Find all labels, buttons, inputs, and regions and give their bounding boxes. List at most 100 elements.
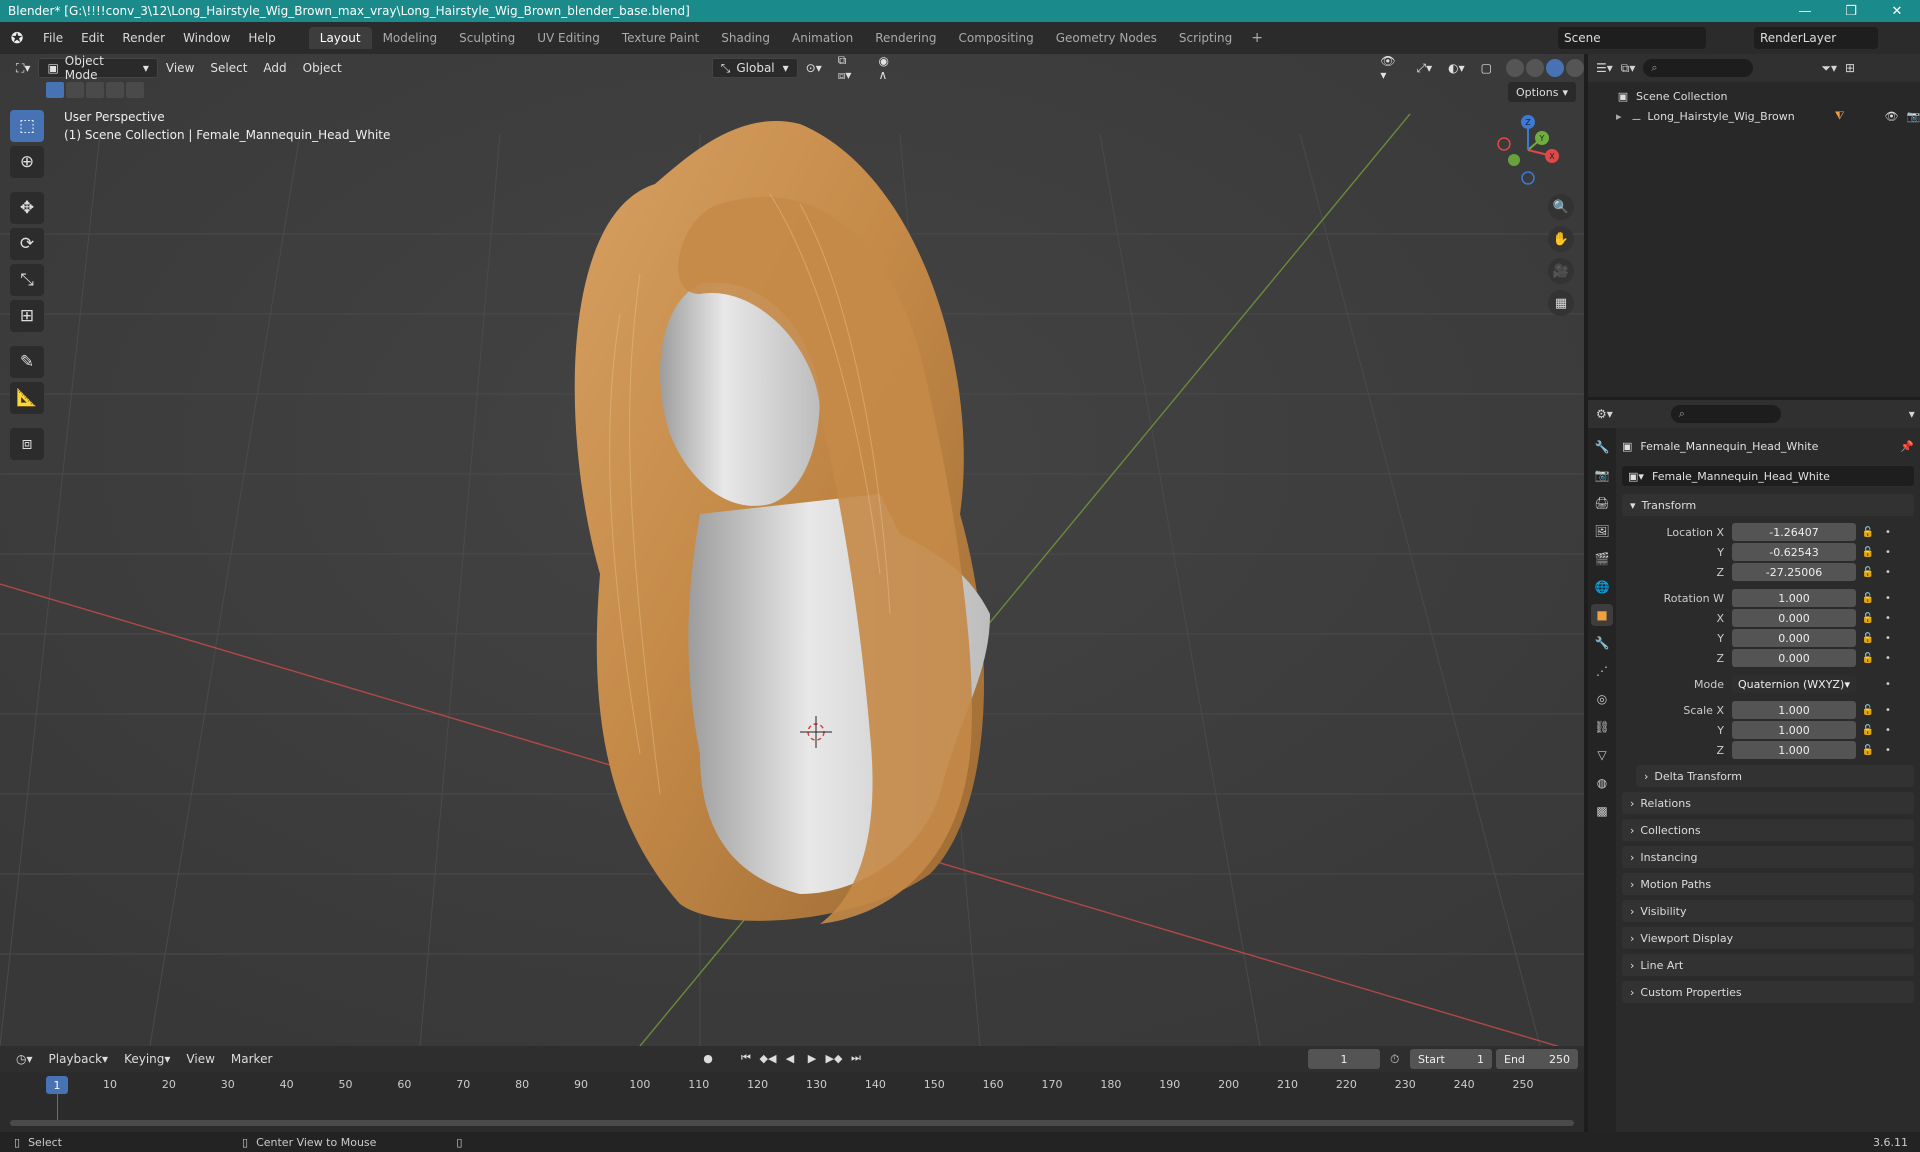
display-mode-icon[interactable]: ⧉▾ — [1621, 61, 1636, 76]
scale-x-field[interactable]: 1.000 — [1732, 701, 1856, 719]
visibility-icon[interactable]: 👁▾ — [1372, 54, 1408, 82]
blender-logo-icon[interactable]: ✪ — [6, 27, 28, 49]
eye-visibility-icon[interactable]: 👁 — [1885, 110, 1899, 123]
transform-orientation-dropdown[interactable]: ⤡ Global ▾ — [711, 58, 798, 78]
keyframe-dot-icon[interactable]: • — [1880, 613, 1896, 624]
lock-icon[interactable]: 🔓 — [1856, 593, 1880, 604]
rotation-z-field[interactable]: 0.000 — [1732, 649, 1856, 667]
tab-uv-editing[interactable]: UV Editing — [526, 27, 611, 49]
outliner-search[interactable]: ⌕ — [1643, 59, 1754, 77]
material-shading-icon[interactable] — [1545, 59, 1564, 77]
menu-file[interactable]: File — [34, 31, 72, 45]
pin-icon[interactable]: 📌 — [1900, 440, 1914, 453]
lock-icon[interactable]: 🔓 — [1856, 633, 1880, 644]
scale-tool-icon[interactable]: ⤡ — [10, 264, 44, 296]
select-invert-icon[interactable] — [106, 82, 124, 98]
measure-tool-icon[interactable]: 📐 — [10, 382, 44, 414]
delta-transform-panel[interactable]: › Delta Transform — [1636, 765, 1914, 787]
lock-icon[interactable]: 🔓 — [1856, 745, 1880, 756]
rotation-x-field[interactable]: 0.000 — [1732, 609, 1856, 627]
custom-properties-panel[interactable]: › Custom Properties — [1622, 981, 1914, 1003]
lock-icon[interactable]: 🔓 — [1856, 527, 1880, 538]
cursor-tool-icon[interactable]: ⊕ — [10, 146, 44, 178]
keyframe-dot-icon[interactable]: • — [1880, 745, 1896, 756]
gizmo-neg-z-icon[interactable] — [1521, 171, 1535, 185]
select-box-tool-icon[interactable]: ⬚ — [10, 110, 44, 142]
end-frame-field[interactable]: End 250 — [1496, 1049, 1578, 1069]
keyframe-dot-icon[interactable]: • — [1880, 653, 1896, 664]
location-x-field[interactable]: -1.26407 — [1732, 523, 1856, 541]
select-intersect-icon[interactable] — [126, 82, 144, 98]
scene-selector[interactable]: Scene — [1558, 27, 1706, 49]
transform-panel-header[interactable]: ▾ Transform — [1622, 494, 1914, 516]
new-collection-icon[interactable]: ⊞ — [1845, 61, 1855, 75]
timeline-scrollbar[interactable] — [10, 1120, 1574, 1126]
constraints-tab-icon[interactable]: ⛓ — [1591, 716, 1613, 738]
object-tab-icon[interactable]: ■ — [1591, 604, 1613, 626]
object-name-field[interactable]: ▣▾ Female_Mannequin_Head_White — [1622, 466, 1914, 486]
tab-compositing[interactable]: Compositing — [947, 27, 1044, 49]
material-tab-icon[interactable]: ◍ — [1591, 772, 1613, 794]
jump-end-icon[interactable]: ⏭ — [848, 1050, 864, 1066]
jump-start-icon[interactable]: ⏮ — [738, 1050, 754, 1066]
rotation-w-field[interactable]: 1.000 — [1732, 589, 1856, 607]
location-y-field[interactable]: -0.62543 — [1732, 543, 1856, 561]
outliner-root-row[interactable]: ▣ Scene Collection — [1588, 86, 1920, 106]
data-tab-icon[interactable]: ▽ — [1591, 744, 1613, 766]
rotate-tool-icon[interactable]: ⟳ — [10, 228, 44, 260]
mode-selector[interactable]: ▣ Object Mode ▾ — [38, 54, 158, 82]
scene-tab-icon[interactable]: 🎬 — [1591, 548, 1613, 570]
properties-search[interactable]: ⌕ — [1670, 405, 1781, 423]
menu-timeline-view[interactable]: View — [178, 1049, 222, 1069]
outliner-item-row[interactable]: ▸ ⚊ Long_Hairstyle_Wig_Brown ⧨ 👁 📷 — [1588, 106, 1920, 126]
keyframe-dot-icon[interactable]: • — [1880, 705, 1896, 716]
editor-type-icon[interactable]: ◷▾ — [8, 1049, 41, 1069]
output-tab-icon[interactable]: 🖨 — [1591, 492, 1613, 514]
camera-icon[interactable]: 🎥 — [1548, 258, 1574, 284]
rotation-mode-dropdown[interactable]: Quaternion (WXYZ) ▾ — [1732, 675, 1856, 693]
lock-icon[interactable]: 🔓 — [1856, 613, 1880, 624]
instancing-panel[interactable]: › Instancing — [1622, 846, 1914, 868]
stopwatch-icon[interactable]: ⏱ — [1390, 1052, 1399, 1067]
visibility-panel[interactable]: › Visibility — [1622, 900, 1914, 922]
play-reverse-icon[interactable]: ◀ — [782, 1050, 798, 1066]
pivot-point-icon[interactable]: ⊙▾ — [798, 58, 830, 78]
annotate-tool-icon[interactable]: ✎ — [10, 346, 44, 378]
move-tool-icon[interactable]: ✥ — [10, 192, 44, 224]
keyframe-dot-icon[interactable]: • — [1880, 547, 1896, 558]
xray-icon[interactable]: ▢ — [1473, 58, 1500, 78]
expand-arrow-icon[interactable]: ▸ — [1616, 110, 1622, 123]
lock-icon[interactable]: 🔓 — [1856, 547, 1880, 558]
tab-texture-paint[interactable]: Texture Paint — [611, 27, 710, 49]
maximize-button[interactable]: ❐ — [1828, 0, 1874, 22]
overlays-icon[interactable]: ◐▾ — [1440, 58, 1473, 78]
keyframe-dot-icon[interactable]: • — [1880, 725, 1896, 736]
close-button[interactable]: ✕ — [1874, 0, 1920, 22]
rendered-shading-icon[interactable] — [1565, 59, 1584, 77]
view-layer-selector[interactable]: RenderLayer — [1754, 27, 1878, 49]
lock-icon[interactable]: 🔓 — [1856, 705, 1880, 716]
current-frame-field[interactable]: 1 — [1308, 1049, 1380, 1069]
add-workspace-button[interactable]: + — [1243, 30, 1271, 46]
location-z-field[interactable]: -27.25006 — [1732, 563, 1856, 581]
tab-rendering[interactable]: Rendering — [864, 27, 947, 49]
minimize-button[interactable]: — — [1782, 0, 1828, 22]
scale-y-field[interactable]: 1.000 — [1732, 721, 1856, 739]
3d-viewport[interactable]: ⛶▾ ▣ Object Mode ▾ View Select Add Objec… — [0, 54, 1584, 1046]
menu-select[interactable]: Select — [202, 58, 255, 78]
viewport-display-panel[interactable]: › Viewport Display — [1622, 927, 1914, 949]
navigation-gizmo[interactable]: X Y Z — [1488, 110, 1568, 190]
keyframe-dot-icon[interactable]: • — [1880, 527, 1896, 538]
pan-hand-icon[interactable]: ✋ — [1548, 226, 1574, 252]
grid-view-icon[interactable]: ▦ — [1548, 290, 1574, 316]
texture-tab-icon[interactable]: ▩ — [1591, 800, 1613, 822]
proportional-edit-icon[interactable]: ◉ ∧ — [870, 54, 908, 82]
menu-keying[interactable]: Keying ▾ — [116, 1049, 178, 1069]
menu-playback[interactable]: Playback ▾ — [41, 1049, 117, 1069]
menu-render[interactable]: Render — [113, 31, 174, 45]
menu-object[interactable]: Object — [295, 58, 350, 78]
lock-icon[interactable]: 🔓 — [1856, 567, 1880, 578]
record-icon[interactable]: ● — [700, 1050, 716, 1066]
chevron-down-icon[interactable]: ▾ — [1909, 407, 1915, 421]
tab-layout[interactable]: Layout — [308, 27, 372, 49]
